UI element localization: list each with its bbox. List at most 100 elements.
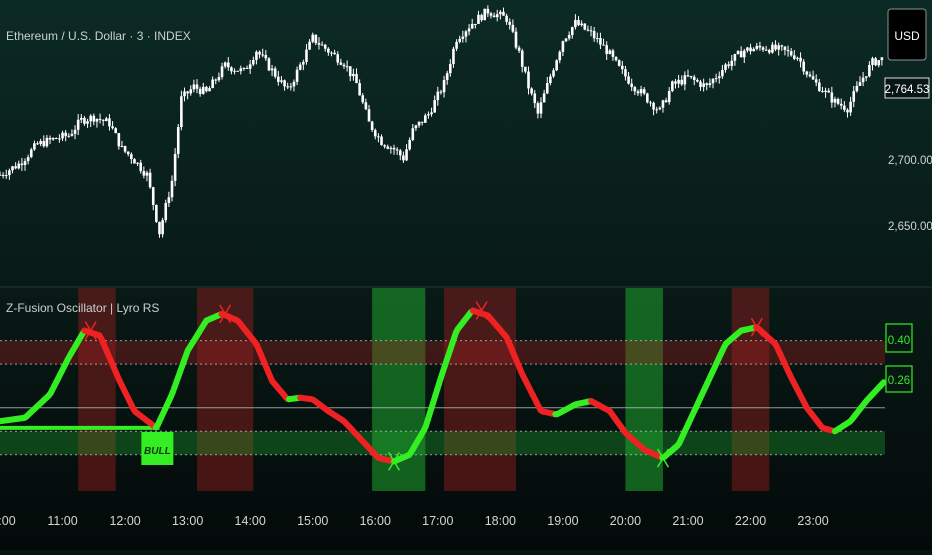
candle-body xyxy=(781,45,784,46)
candle-body xyxy=(368,109,371,121)
time-axis-tick: 16:00 xyxy=(360,514,391,528)
candle-body xyxy=(14,166,17,168)
candle-body xyxy=(293,82,296,87)
candle-body xyxy=(659,108,662,110)
candle-body xyxy=(324,45,327,49)
candle-body xyxy=(265,55,268,59)
candle-body xyxy=(624,69,627,76)
candle-body xyxy=(793,55,796,58)
candle-body xyxy=(705,83,708,85)
candle-body xyxy=(27,157,30,161)
candle-body xyxy=(55,138,58,139)
candle-body xyxy=(696,80,699,82)
candle-body xyxy=(118,133,121,146)
candle-body xyxy=(796,58,799,59)
candle-body xyxy=(255,52,258,60)
candle-body xyxy=(449,64,452,73)
candle-body xyxy=(530,88,533,93)
candle-body xyxy=(784,47,787,50)
candle-body xyxy=(593,31,596,38)
candle-body xyxy=(211,80,214,88)
candle-body xyxy=(340,62,343,64)
candle-body xyxy=(474,24,477,25)
candle-body xyxy=(17,164,20,169)
candle-body xyxy=(49,138,52,140)
candle-body xyxy=(490,13,493,15)
candle-body xyxy=(86,121,89,123)
candle-body xyxy=(555,60,558,70)
candle-body xyxy=(483,9,486,20)
candle-body xyxy=(33,143,36,149)
candle-body xyxy=(61,133,64,139)
symbol-title[interactable]: Ethereum / U.S. Dollar · 3 · INDEX xyxy=(6,29,191,43)
candle-body xyxy=(508,22,511,25)
candle-body xyxy=(336,54,339,62)
candle-body xyxy=(121,146,124,147)
candle-body xyxy=(355,74,358,83)
candle-body xyxy=(806,72,809,75)
candle-body xyxy=(712,79,715,83)
candle-body xyxy=(199,89,202,94)
candle-body xyxy=(302,62,305,65)
candle-body xyxy=(799,58,802,62)
candle-body xyxy=(452,49,455,64)
candle-body xyxy=(158,222,161,234)
bear-zone xyxy=(444,288,516,491)
candle-body xyxy=(427,114,430,115)
candle-body xyxy=(155,205,158,222)
candle-body xyxy=(665,100,668,102)
candle-body xyxy=(533,94,536,104)
candle-body xyxy=(568,35,571,38)
candle-body xyxy=(218,77,221,80)
candle-body xyxy=(333,53,336,54)
candle-body xyxy=(371,122,374,131)
chart-canvas[interactable]: BULL Ethereum / U.S. Dollar · 3 · INDEX … xyxy=(0,0,932,550)
candle-body xyxy=(524,67,527,72)
candle-body xyxy=(471,24,474,28)
candle-body xyxy=(834,99,837,103)
candle-body xyxy=(615,57,618,60)
candle-body xyxy=(243,68,246,69)
candle-body xyxy=(812,76,815,79)
candle-body xyxy=(496,14,499,17)
candle-body xyxy=(518,48,521,51)
candle-body xyxy=(590,30,593,31)
candle-body xyxy=(277,77,280,82)
candle-body xyxy=(149,173,152,188)
candle-body xyxy=(868,65,871,76)
time-axis-tick: 11:00 xyxy=(47,514,77,528)
candle-body xyxy=(352,74,355,76)
candle-body xyxy=(236,71,239,72)
candle-body xyxy=(634,87,637,91)
candle-body xyxy=(177,127,180,154)
candle-body xyxy=(46,138,49,146)
candle-body xyxy=(11,166,14,170)
candle-body xyxy=(268,58,271,70)
candle-body xyxy=(399,150,402,155)
candle-body xyxy=(274,69,277,77)
candle-body xyxy=(64,133,67,136)
candle-body xyxy=(261,54,264,55)
candle-body xyxy=(330,53,333,54)
time-axis-tick: 22:00 xyxy=(735,514,766,528)
candle-body xyxy=(202,87,205,94)
candle-body xyxy=(321,45,324,46)
candle-body xyxy=(856,86,859,91)
last-price-badge: 2,764.53 xyxy=(885,78,930,98)
candle-body xyxy=(361,95,364,102)
candle-body xyxy=(649,102,652,103)
level-badge-label: 0.26 xyxy=(888,375,910,387)
candle-body xyxy=(2,175,5,176)
candle-body xyxy=(36,143,39,144)
candle-body xyxy=(96,119,99,122)
candle-body xyxy=(640,89,643,93)
candle-body xyxy=(136,163,139,164)
candle-body xyxy=(124,146,127,152)
indicator-title[interactable]: Z-Fusion Oscillator | Lyro RS xyxy=(6,301,159,315)
currency-button[interactable]: USD xyxy=(888,9,926,60)
candle-body xyxy=(139,163,142,171)
candle-body xyxy=(546,83,549,93)
candle-body xyxy=(258,52,261,55)
candle-body xyxy=(727,64,730,66)
candle-body xyxy=(771,45,774,53)
